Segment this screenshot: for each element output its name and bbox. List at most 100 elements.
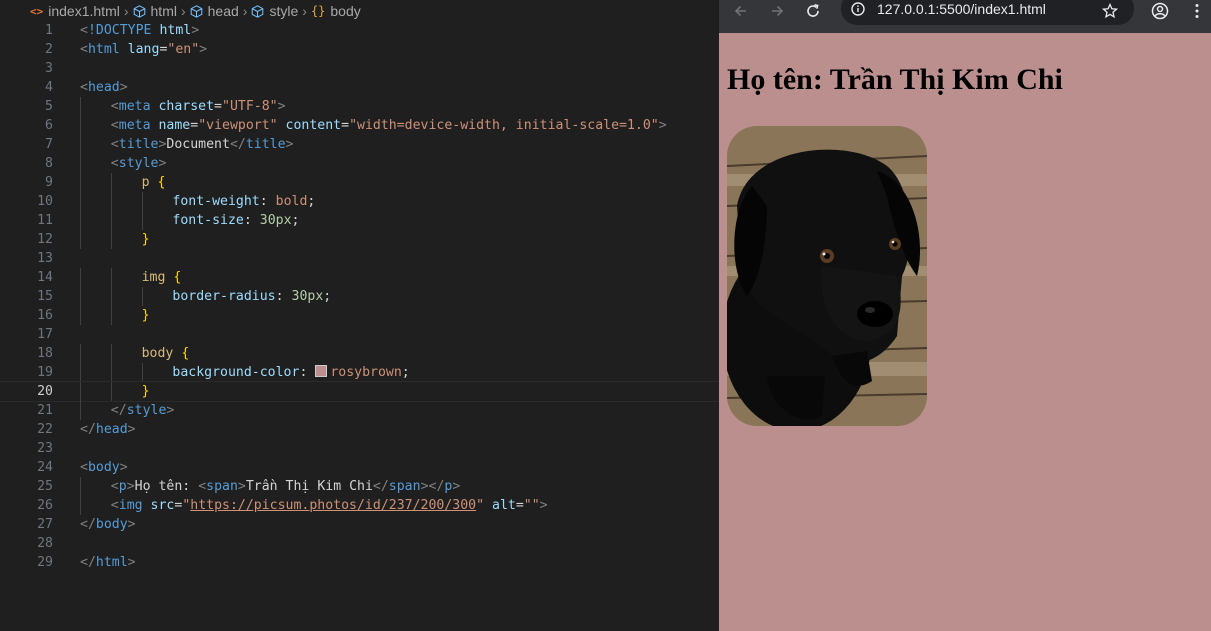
breadcrumb-label: style bbox=[269, 3, 299, 19]
breadcrumb-item-html[interactable]: html bbox=[133, 3, 177, 19]
code-token: </ bbox=[80, 555, 96, 570]
code-line[interactable]: 26 <img src = "https://picsum.photos/id/237… bbox=[0, 496, 719, 515]
code-line[interactable]: 3 bbox=[0, 59, 719, 78]
code-line[interactable]: 21 </style> bbox=[0, 401, 719, 420]
breadcrumb-item-file[interactable]: <> index1.html bbox=[30, 3, 120, 19]
reload-button[interactable] bbox=[800, 0, 826, 22]
code-line[interactable]: 8 <style> bbox=[0, 154, 719, 173]
site-info-icon[interactable] bbox=[851, 2, 865, 16]
code-line[interactable]: 16} bbox=[0, 306, 719, 325]
code-token: > bbox=[119, 80, 128, 95]
code-text: <head> bbox=[80, 78, 128, 97]
code-line[interactable]: 11 font-size: 30px; bbox=[0, 211, 719, 230]
browser-toolbar: 127.0.0.1:5500/index1.html bbox=[719, 0, 1211, 33]
code-token: style bbox=[118, 156, 159, 171]
cube-icon bbox=[133, 4, 145, 18]
code-token: </ bbox=[372, 479, 389, 494]
breadcrumb-item-body[interactable]: {} body bbox=[311, 3, 361, 19]
breadcrumb-item-style[interactable]: style bbox=[251, 3, 298, 19]
profile-button[interactable] bbox=[1147, 0, 1173, 22]
code-line[interactable]: 4 <head> bbox=[0, 78, 719, 97]
code-line[interactable]: 18 body { bbox=[0, 344, 719, 363]
code-token: background-color bbox=[172, 365, 300, 380]
indent-guide bbox=[80, 382, 81, 401]
code-token: = bbox=[190, 118, 199, 133]
code-line[interactable]: 12} bbox=[0, 230, 719, 249]
code-text: p { bbox=[142, 173, 166, 192]
code-token: p bbox=[118, 479, 127, 494]
back-button[interactable] bbox=[728, 0, 754, 22]
code-token: ; bbox=[291, 213, 300, 228]
code-token: img bbox=[118, 498, 143, 513]
code-line[interactable]: 20} bbox=[0, 381, 720, 402]
code-line[interactable]: 19 background-color: rosybrown; bbox=[0, 363, 719, 382]
code-token: https://picsum.photos/id/237/200/300 bbox=[190, 498, 477, 513]
code-text: <style> bbox=[111, 154, 167, 173]
code-text: <meta name="viewport" content="width=dev… bbox=[111, 116, 667, 135]
bookmark-button[interactable] bbox=[1097, 0, 1123, 22]
line-number: 23 bbox=[37, 441, 53, 456]
code-token: < bbox=[110, 479, 119, 494]
code-token: = bbox=[341, 118, 350, 133]
code-token: body bbox=[87, 460, 120, 475]
forward-button[interactable] bbox=[764, 0, 790, 22]
line-number: 26 bbox=[37, 498, 53, 513]
line-number: 10 bbox=[37, 194, 53, 209]
account-circle-icon bbox=[1151, 2, 1169, 20]
star-icon bbox=[1102, 3, 1118, 19]
code-lines[interactable]: 1 <!DOCTYPE html> 2 <html lang="en"> 3 4 <head… bbox=[0, 21, 720, 572]
line-number: 17 bbox=[37, 327, 53, 342]
chevron-right-icon: › bbox=[242, 3, 248, 19]
indent-guide bbox=[80, 154, 81, 173]
code-line[interactable]: 29 </html> bbox=[0, 553, 719, 572]
code-line[interactable]: 22 </head> bbox=[0, 420, 719, 439]
breadcrumb-item-head[interactable]: head bbox=[190, 3, 239, 19]
code-line[interactable]: 9 p { bbox=[0, 173, 719, 192]
code-token: < bbox=[110, 137, 119, 152]
menu-button[interactable] bbox=[1184, 0, 1210, 22]
code-token: span bbox=[206, 479, 238, 494]
code-token: meta bbox=[118, 118, 151, 133]
code-line[interactable]: 10 font-weight: bold; bbox=[0, 192, 719, 211]
code-text: </head> bbox=[80, 420, 136, 439]
code-line[interactable]: 17 bbox=[0, 325, 719, 344]
code-text: background-color: rosybrown; bbox=[172, 363, 410, 382]
code-token: > bbox=[127, 555, 136, 570]
line-number: 13 bbox=[37, 251, 53, 266]
code-line[interactable]: 23 bbox=[0, 439, 719, 458]
code-line[interactable]: 28 bbox=[0, 534, 719, 553]
indent-guide bbox=[80, 192, 81, 211]
code-line[interactable]: 6 <meta name="viewport" content="width=de… bbox=[0, 116, 719, 135]
code-line[interactable]: 27 </body> bbox=[0, 515, 719, 534]
code-line[interactable]: 15 border-radius: 30px; bbox=[0, 287, 719, 306]
code-line[interactable]: 25 <p>Họ tên: <span>Trần Thị Kim Chi</spa… bbox=[0, 477, 719, 496]
code-line[interactable]: 5 <meta charset="UTF-8"> bbox=[0, 97, 719, 116]
indent-guide bbox=[110, 306, 112, 325]
line-number: 21 bbox=[37, 403, 53, 418]
code-text: <img src = "https://picsum.photos/id/237/2… bbox=[111, 496, 548, 515]
code-token: : bbox=[259, 194, 276, 209]
line-number: 16 bbox=[37, 308, 53, 323]
code-editor[interactable]: <> index1.html › html › head › style › {… bbox=[0, 0, 720, 631]
code-text: <p>Họ tên: <span>Trần Thị Kim Chi</span>… bbox=[111, 477, 461, 496]
code-token: } bbox=[141, 384, 150, 399]
cube-icon bbox=[190, 4, 202, 18]
line-number: 6 bbox=[45, 118, 53, 133]
address-bar[interactable]: 127.0.0.1:5500/index1.html bbox=[841, 0, 1134, 25]
line-number: 5 bbox=[45, 99, 53, 114]
code-line[interactable]: 1 <!DOCTYPE html> bbox=[0, 21, 719, 40]
code-line[interactable]: 13 bbox=[0, 249, 719, 268]
code-line[interactable]: 7 <title>Document</title> bbox=[0, 135, 719, 154]
color-swatch[interactable] bbox=[315, 365, 328, 377]
code-line[interactable]: 14 img { bbox=[0, 268, 719, 287]
code-text: img { bbox=[142, 268, 182, 287]
code-line[interactable]: 2 <html lang="en"> bbox=[0, 40, 719, 59]
code-text: <title>Document</title> bbox=[111, 135, 294, 154]
code-token: img bbox=[141, 270, 166, 285]
code-token: < bbox=[110, 156, 119, 171]
url-text[interactable]: 127.0.0.1:5500/index1.html bbox=[877, 1, 1046, 17]
code-token: < bbox=[80, 42, 88, 57]
code-line[interactable]: 24 <body> bbox=[0, 458, 719, 477]
code-token: > bbox=[277, 99, 286, 114]
line-number: 7 bbox=[45, 137, 53, 152]
